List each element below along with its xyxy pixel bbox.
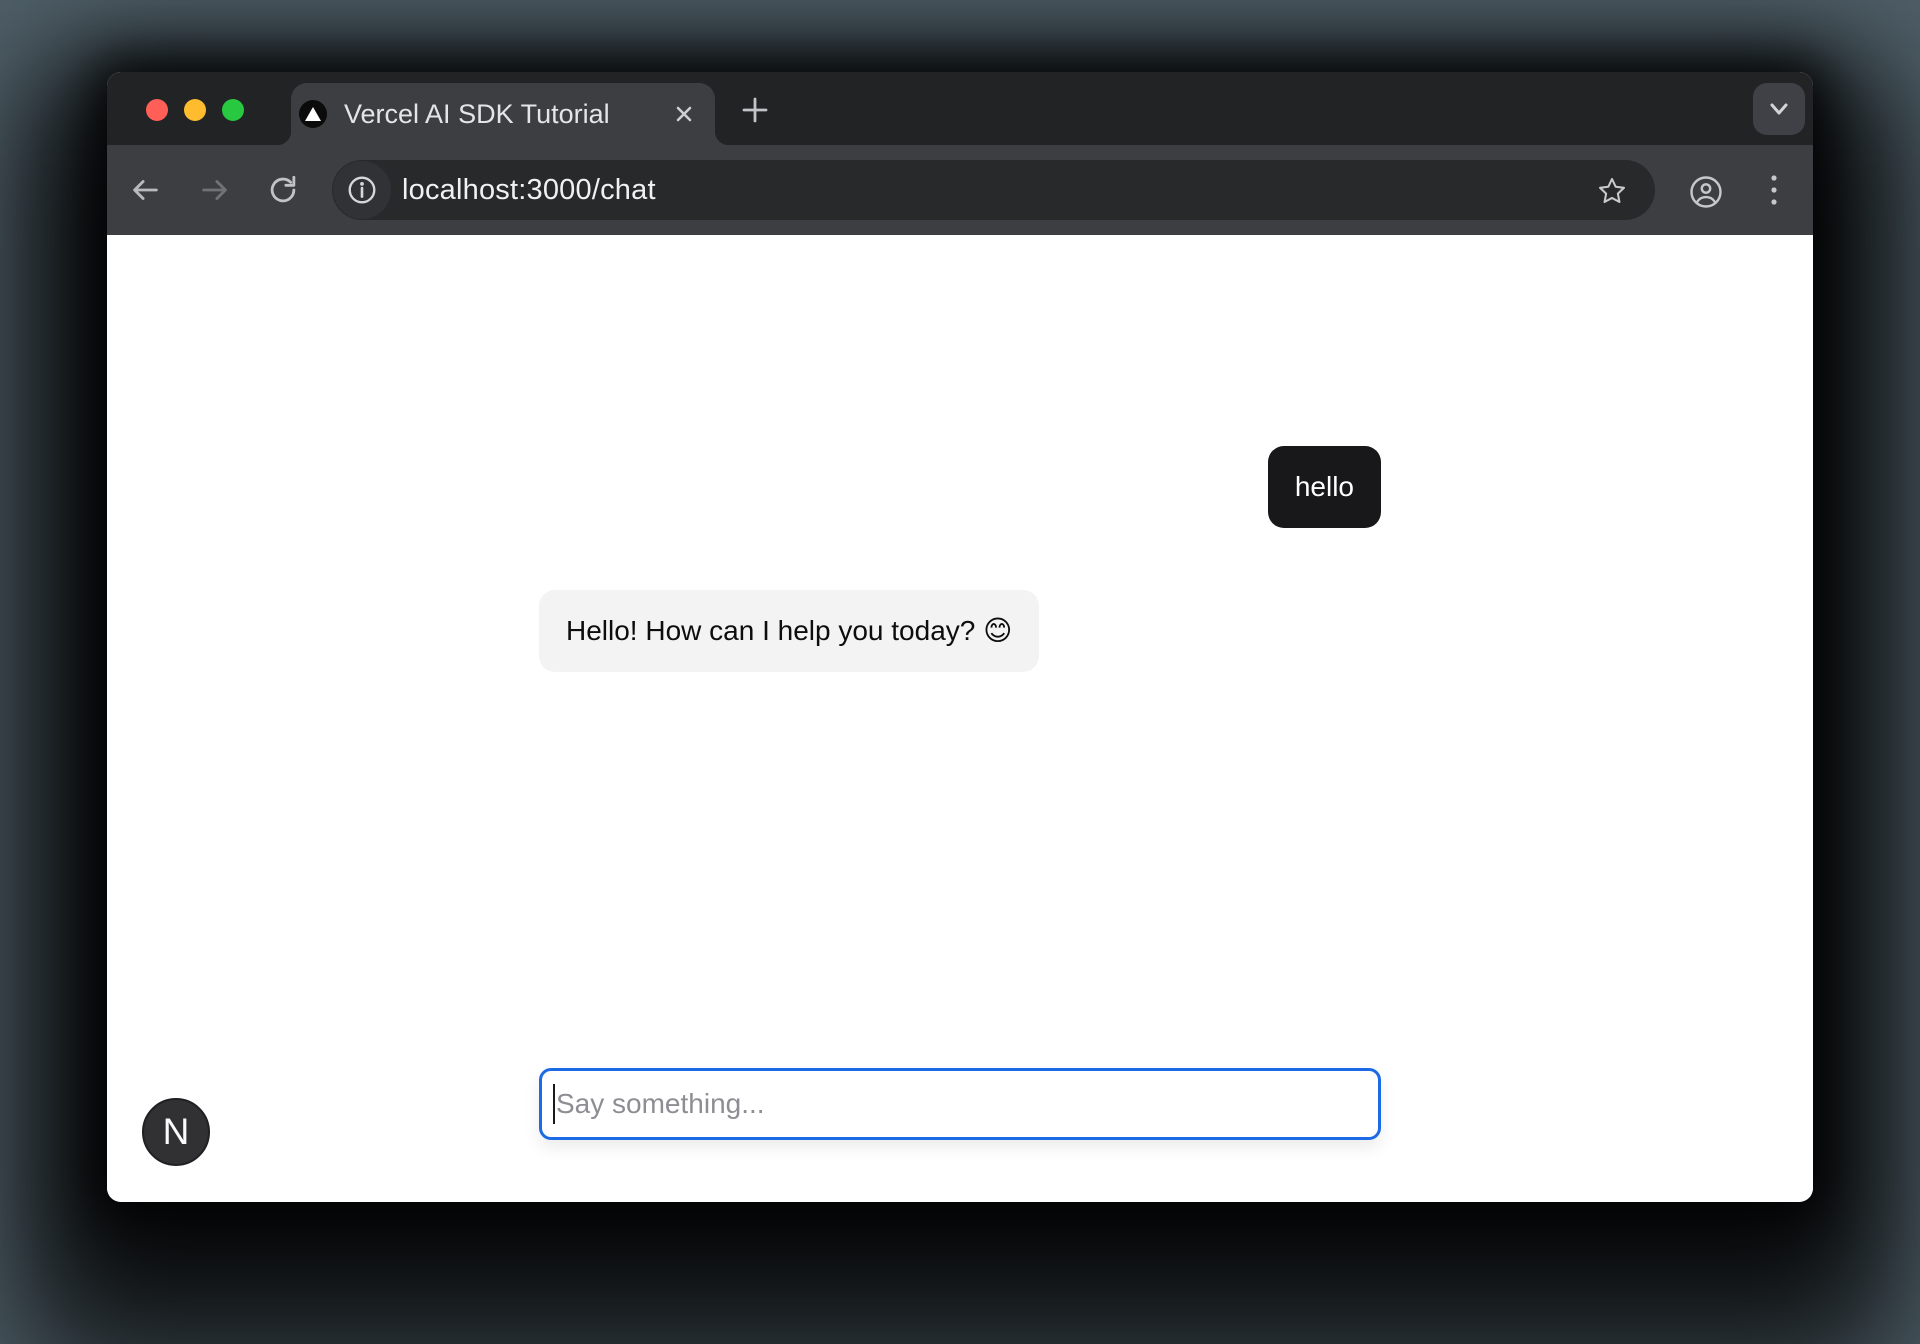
forward-button[interactable] xyxy=(196,171,234,209)
nextjs-devtools-button[interactable]: N xyxy=(142,1098,210,1166)
three-dot-menu-icon xyxy=(1769,173,1779,207)
url-text[interactable]: localhost:3000/chat xyxy=(402,160,656,220)
bookmark-button[interactable] xyxy=(1594,173,1630,209)
nextjs-n-icon: N xyxy=(163,1111,190,1153)
plus-icon xyxy=(742,97,768,123)
window-minimize-button[interactable] xyxy=(184,99,206,121)
browser-menu-button[interactable] xyxy=(1755,171,1793,209)
tab-close-button[interactable] xyxy=(666,96,702,132)
info-icon xyxy=(345,173,379,207)
back-button[interactable] xyxy=(126,171,164,209)
window-close-button[interactable] xyxy=(146,99,168,121)
window-zoom-button[interactable] xyxy=(222,99,244,121)
new-tab-button[interactable] xyxy=(735,92,775,128)
profile-icon xyxy=(1688,174,1724,210)
chat-input[interactable] xyxy=(539,1068,1381,1140)
message-row-user: hello xyxy=(539,446,1381,528)
close-icon xyxy=(674,104,694,124)
address-bar[interactable]: localhost:3000/chat xyxy=(332,160,1655,220)
navigation-bar: localhost:3000/chat xyxy=(107,145,1813,235)
back-arrow-icon xyxy=(128,173,162,207)
reload-icon xyxy=(266,173,300,207)
page-content: hello Hello! How can I help you today? 😊… xyxy=(107,235,1813,1202)
profile-button[interactable] xyxy=(1687,173,1725,211)
vercel-triangle-icon xyxy=(299,100,327,128)
message-row-assistant: Hello! How can I help you today? 😊 xyxy=(539,590,1381,672)
forward-arrow-icon xyxy=(198,173,232,207)
tab-title: Vercel AI SDK Tutorial xyxy=(344,99,666,130)
chat-message-list: hello Hello! How can I help you today? 😊 xyxy=(539,446,1381,672)
reload-button[interactable] xyxy=(264,171,302,209)
assistant-message-bubble: Hello! How can I help you today? 😊 xyxy=(539,590,1039,672)
window-controls xyxy=(146,99,244,121)
tab-strip: Vercel AI SDK Tutorial xyxy=(107,72,1813,145)
chevron-down-icon xyxy=(1765,95,1793,123)
browser-window: Vercel AI SDK Tutorial xyxy=(107,72,1813,1202)
site-info-button[interactable] xyxy=(333,161,391,219)
text-cursor xyxy=(553,1084,555,1124)
bookmark-star-icon xyxy=(1596,175,1628,207)
user-message-bubble: hello xyxy=(1268,446,1381,528)
tab-search-button[interactable] xyxy=(1753,83,1805,135)
chat-input-container xyxy=(539,1068,1381,1140)
tab-vercel-ai-sdk-tutorial[interactable]: Vercel AI SDK Tutorial xyxy=(291,83,715,145)
